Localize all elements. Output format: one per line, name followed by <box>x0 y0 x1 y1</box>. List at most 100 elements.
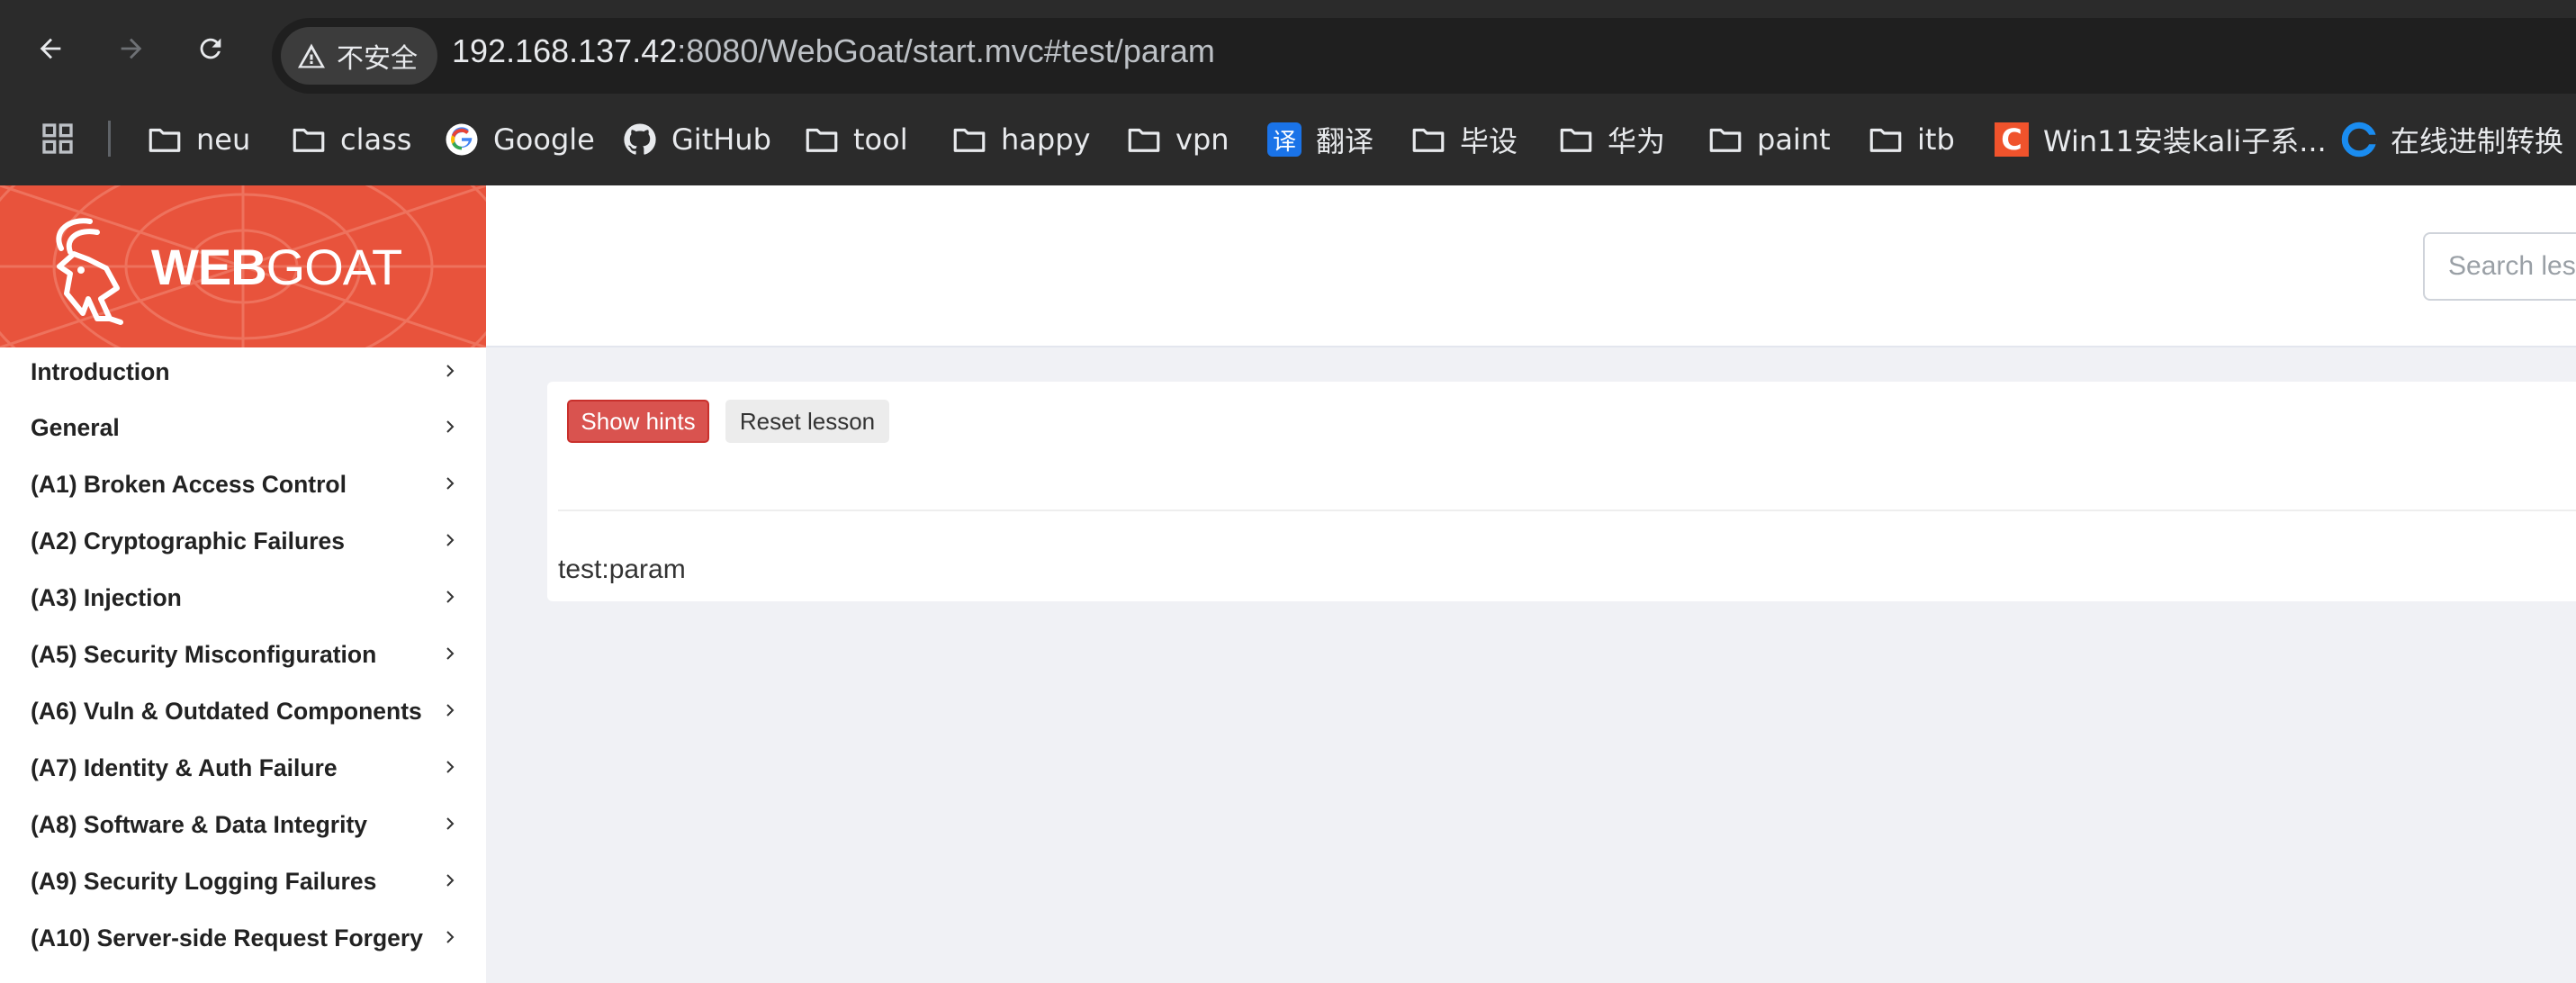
webgoat-logo[interactable]: WEBGOAT <box>0 185 486 347</box>
sidebar-item-label: General <box>31 413 120 441</box>
chevron-right-icon <box>439 756 461 778</box>
chevron-right-icon <box>439 416 461 437</box>
converter-icon <box>2340 121 2378 158</box>
sidebar-item-label: (A8) Software & Data Integrity <box>31 810 368 838</box>
webgoat-wordmark: WEBGOAT <box>151 238 403 296</box>
bookmark-label: happy <box>1001 122 1091 157</box>
translate-icon: 译 <box>1267 122 1302 157</box>
bookmarks-divider <box>108 121 111 157</box>
sidebar-item-label: (A7) Identity & Auth Failure <box>31 753 338 781</box>
page-header <box>486 185 2576 347</box>
sidebar-item-label: (A10) Server-side Request Forgery <box>31 924 423 951</box>
bookmark-label: paint <box>1757 122 1831 157</box>
reload-button[interactable] <box>194 32 227 65</box>
bookmark-happy[interactable]: happy <box>950 115 1090 164</box>
chevron-right-icon <box>439 586 461 608</box>
bookmark-label: neu <box>196 122 251 157</box>
sidebar-item-label: (A5) Security Misconfiguration <box>31 640 377 668</box>
bookmark-tool[interactable]: tool <box>803 115 908 164</box>
bookmark-base-converter[interactable]: 在线进制转换 <box>2340 115 2563 164</box>
card-divider <box>558 510 2576 511</box>
folder-icon <box>290 121 328 158</box>
folder-icon <box>1410 121 1447 158</box>
bookmark-vpn[interactable]: vpn <box>1125 115 1229 164</box>
bookmark-label: 毕设 <box>1460 124 1518 158</box>
folder-icon <box>950 121 988 158</box>
bookmark-google[interactable]: Google <box>443 115 595 164</box>
bookmark-label: 在线进制转换 <box>2391 124 2564 158</box>
sidebar-item-label: (A1) Broken Access Control <box>31 470 347 498</box>
bookmark-itb[interactable]: itb <box>1867 115 1955 164</box>
apps-grid-icon[interactable] <box>40 121 76 157</box>
arrow-left-icon <box>40 38 61 59</box>
bookmark-huawei[interactable]: 华为 <box>1557 115 1665 164</box>
sidebar-item-a2[interactable]: (A2) Cryptographic Failures <box>0 513 486 569</box>
goat-logo-icon <box>56 218 123 325</box>
security-indicator[interactable]: 不安全 <box>281 27 437 85</box>
show-hints-button[interactable]: Show hints <box>567 400 709 443</box>
sidebar-item-a6[interactable]: (A6) Vuln & Outdated Components <box>0 683 486 739</box>
sidebar-item-a10[interactable]: (A10) Server-side Request Forgery <box>0 910 486 966</box>
google-icon <box>443 121 481 158</box>
chevron-right-icon <box>439 360 461 382</box>
chevron-right-icon <box>439 870 461 891</box>
folder-icon <box>1557 121 1595 158</box>
reload-icon <box>200 38 221 59</box>
bookmark-label: 华为 <box>1608 124 1666 158</box>
bookmark-class[interactable]: class <box>290 115 411 164</box>
url-text[interactable]: 192.168.137.42:8080/WebGoat/start.mvc#te… <box>452 32 1215 70</box>
chevron-right-icon <box>439 529 461 551</box>
github-icon <box>621 121 659 158</box>
chevron-right-icon <box>439 643 461 664</box>
warning-icon <box>298 43 325 68</box>
folder-icon <box>803 121 841 158</box>
bookmark-translate[interactable]: 译 翻译 <box>1265 115 1374 164</box>
folder-icon <box>1125 121 1163 158</box>
sidebar-item-label: (A2) Cryptographic Failures <box>31 527 345 555</box>
folder-icon <box>146 121 184 158</box>
csdn-icon: C <box>1995 122 2029 157</box>
back-button[interactable] <box>34 32 67 65</box>
url-path: :8080/WebGoat/start.mvc#test/param <box>677 32 1215 69</box>
bookmark-label: 翻译 <box>1316 124 1374 158</box>
arrow-right-icon <box>121 38 142 59</box>
bookmark-label: Google <box>493 122 595 157</box>
reset-lesson-button[interactable]: Reset lesson <box>725 400 889 443</box>
sidebar-item-label: Introduction <box>31 357 170 385</box>
logo-goat-text: GOAT <box>266 239 403 295</box>
chevron-right-icon <box>439 473 461 494</box>
bookmark-label: tool <box>853 122 908 157</box>
sidebar-item-label: (A3) Injection <box>31 583 182 611</box>
bookmark-neu[interactable]: neu <box>146 115 250 164</box>
bookmark-paint[interactable]: paint <box>1707 115 1831 164</box>
bookmark-label: itb <box>1917 122 1955 157</box>
search-lessons-input[interactable]: Search lessons <box>2423 232 2576 301</box>
chevron-right-icon <box>439 926 461 948</box>
bookmark-label: class <box>340 122 412 157</box>
sidebar-item-a7[interactable]: (A7) Identity & Auth Failure <box>0 740 486 796</box>
security-label: 不安全 <box>337 43 418 75</box>
url-host: 192.168.137.42 <box>452 32 678 69</box>
sidebar-item-a8[interactable]: (A8) Software & Data Integrity <box>0 797 486 852</box>
logo-web-text: WEB <box>151 239 267 295</box>
chevron-right-icon <box>439 699 461 721</box>
folder-icon <box>1707 121 1744 158</box>
bookmark-win11-kali[interactable]: C Win11安装kali子系... <box>1993 115 2327 164</box>
sidebar-item-general[interactable]: General <box>0 400 486 455</box>
folder-icon <box>1867 121 1905 158</box>
forward-button[interactable] <box>115 32 148 65</box>
sidebar-item-introduction[interactable]: Introduction <box>0 344 486 400</box>
lesson-content-text: test:param <box>558 555 686 584</box>
bookmark-label: vpn <box>1175 122 1229 157</box>
bookmark-label: Win11安装kali子系... <box>2043 124 2327 158</box>
sidebar-item-a9[interactable]: (A9) Security Logging Failures <box>0 853 486 909</box>
bookmark-bishe[interactable]: 毕设 <box>1410 115 1518 164</box>
bookmark-label: GitHub <box>671 122 771 157</box>
sidebar-item-label: (A9) Security Logging Failures <box>31 867 377 895</box>
sidebar-item-label: (A6) Vuln & Outdated Components <box>31 697 422 725</box>
sidebar-item-a5[interactable]: (A5) Security Misconfiguration <box>0 627 486 682</box>
bookmark-github[interactable]: GitHub <box>621 115 771 164</box>
sidebar-item-a3[interactable]: (A3) Injection <box>0 570 486 626</box>
sidebar-item-a1[interactable]: (A1) Broken Access Control <box>0 456 486 512</box>
chevron-right-icon <box>439 813 461 834</box>
